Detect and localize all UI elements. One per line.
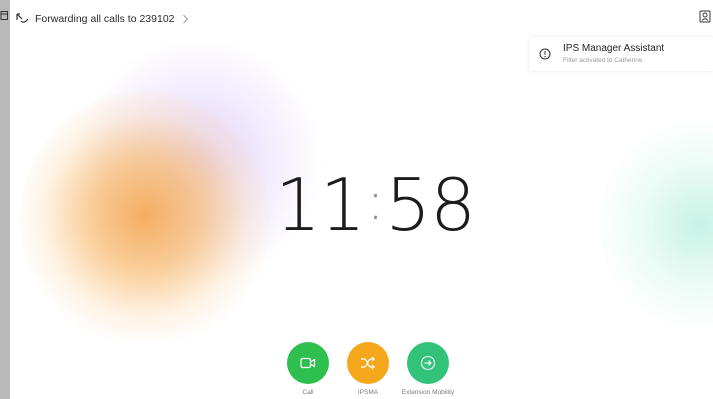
call-forward-text: Forwarding all calls to 239102 <box>35 13 175 25</box>
notification-title: IPS Manager Assistant <box>563 43 665 54</box>
call-button-circle[interactable] <box>287 342 329 384</box>
clock-hours: 11 <box>275 163 366 247</box>
clock: 11 : 58 <box>270 160 480 250</box>
window-edge <box>0 0 10 399</box>
shuffle-icon <box>361 356 375 370</box>
idle-screen: Forwarding all calls to 239102 IPS Manag… <box>0 0 713 399</box>
extension-mobility-button[interactable]: Extension Mobility <box>388 342 468 396</box>
contact-card-icon[interactable] <box>699 10 711 23</box>
background-glow-orange <box>20 90 270 350</box>
notification-subtitle: Filter activated to Catherine <box>563 57 643 64</box>
info-icon <box>539 48 551 60</box>
call-forward-status[interactable]: Forwarding all calls to 239102 <box>15 10 189 28</box>
video-camera-icon <box>300 357 316 369</box>
clock-minutes: 58 <box>385 163 476 247</box>
call-forward-icon <box>16 13 29 23</box>
clock-separator: : <box>366 172 385 232</box>
notification-toast[interactable]: IPS Manager Assistant Filter activated t… <box>529 37 713 71</box>
sign-in-icon <box>420 355 436 371</box>
extension-mobility-button-circle[interactable] <box>407 342 449 384</box>
background-glow-teal <box>600 110 713 340</box>
ipsma-button-circle[interactable] <box>347 342 389 384</box>
window-icon <box>0 11 8 20</box>
extension-mobility-button-label: Extension Mobility <box>401 389 455 396</box>
chevron-right-icon <box>182 14 188 24</box>
